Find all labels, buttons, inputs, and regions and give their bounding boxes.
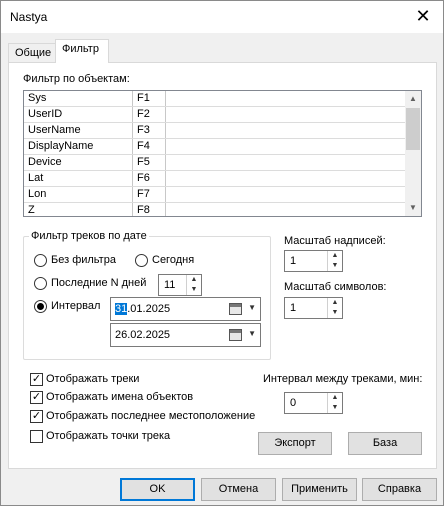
symbol-scale-label: Масштаб символов: bbox=[284, 281, 387, 293]
spin-down-icon[interactable]: ▼ bbox=[328, 308, 342, 318]
scroll-up-icon[interactable]: ▲ bbox=[405, 91, 421, 107]
no-filter-label: Без фильтра bbox=[51, 254, 116, 266]
list-item[interactable]: DisplayName F4 bbox=[24, 139, 406, 155]
show-tracks-label: Отображать треки bbox=[46, 373, 140, 385]
list-item-key: F4 bbox=[137, 140, 150, 152]
base-button[interactable]: База bbox=[348, 432, 422, 455]
list-item-name: UserName bbox=[28, 124, 81, 136]
date-filter-label: Фильтр треков по дате bbox=[29, 230, 149, 242]
help-button[interactable]: Справка bbox=[362, 478, 437, 501]
list-item-key: F6 bbox=[137, 172, 150, 184]
spin-up-icon[interactable]: ▲ bbox=[187, 275, 201, 285]
object-filter-label: Фильтр по объектам: bbox=[23, 73, 130, 85]
title-bar: Nastya ✕ bbox=[1, 1, 443, 33]
list-item[interactable]: Lon F7 bbox=[24, 187, 406, 203]
list-item-name: Z bbox=[28, 204, 35, 216]
label-scale-value[interactable]: 1 bbox=[290, 255, 296, 267]
tab-general[interactable]: Общие bbox=[8, 43, 56, 63]
show-tracks-checkbox[interactable]: ✓ bbox=[30, 373, 43, 386]
show-last-location-label: Отображать последнее местоположение bbox=[46, 410, 256, 422]
list-item-name: UserID bbox=[28, 108, 63, 120]
list-item[interactable]: Lat F6 bbox=[24, 171, 406, 187]
spin-down-icon[interactable]: ▼ bbox=[187, 285, 201, 295]
last-n-days-value[interactable]: 11 bbox=[164, 279, 175, 291]
show-track-points-label: Отображать точки трека bbox=[46, 430, 171, 442]
ok-button[interactable]: OK bbox=[120, 478, 195, 501]
spinner-buttons: ▲ ▼ bbox=[186, 275, 201, 295]
date-to-picker[interactable]: 26.02.2025 ▼ bbox=[110, 323, 261, 347]
track-interval-spinner[interactable]: 0 ▲ ▼ bbox=[284, 392, 343, 414]
calendar-icon[interactable] bbox=[229, 303, 242, 315]
list-item-key: F8 bbox=[137, 204, 150, 216]
spin-up-icon[interactable]: ▲ bbox=[328, 298, 342, 308]
label-scale-spinner[interactable]: 1 ▲ ▼ bbox=[284, 250, 343, 272]
date-from-picker[interactable]: 31.01.2025 ▼ bbox=[110, 297, 261, 321]
last-n-days-spinner[interactable]: 11 ▲ ▼ bbox=[158, 274, 202, 296]
label-scale-label: Масштаб надписей: bbox=[284, 235, 386, 247]
list-item[interactable]: Z F8 bbox=[24, 203, 406, 216]
interval-radio[interactable] bbox=[34, 300, 47, 313]
symbol-scale-spinner[interactable]: 1 ▲ ▼ bbox=[284, 297, 343, 319]
list-item-name: DisplayName bbox=[28, 140, 94, 152]
symbol-scale-value[interactable]: 1 bbox=[290, 302, 296, 314]
export-button[interactable]: Экспорт bbox=[258, 432, 332, 455]
list-item[interactable]: UserID F2 bbox=[24, 107, 406, 123]
list-item[interactable]: Device F5 bbox=[24, 155, 406, 171]
list-item-key: F1 bbox=[137, 92, 150, 104]
calendar-icon[interactable] bbox=[229, 329, 242, 341]
spin-down-icon[interactable]: ▼ bbox=[328, 403, 342, 413]
list-item-name: Sys bbox=[28, 92, 47, 104]
chevron-down-icon[interactable]: ▼ bbox=[248, 303, 256, 312]
spinner-buttons: ▲ ▼ bbox=[327, 393, 342, 413]
apply-button[interactable]: Применить bbox=[282, 478, 357, 501]
no-filter-radio[interactable] bbox=[34, 254, 47, 267]
last-n-days-radio[interactable] bbox=[34, 277, 47, 290]
spin-up-icon[interactable]: ▲ bbox=[328, 251, 342, 261]
show-last-location-checkbox[interactable]: ✓ bbox=[30, 410, 43, 423]
scrollbar-thumb[interactable] bbox=[406, 108, 420, 150]
date-from-value[interactable]: 31.01.2025 bbox=[115, 303, 170, 315]
window-title: Nastya bbox=[10, 10, 48, 24]
scroll-down-icon[interactable]: ▼ bbox=[405, 200, 421, 216]
dialog-window: Nastya ✕ Общие Фильтр Фильтр по объектам… bbox=[0, 0, 444, 506]
list-item[interactable]: UserName F3 bbox=[24, 123, 406, 139]
show-track-points-checkbox[interactable] bbox=[30, 430, 43, 443]
show-object-names-checkbox[interactable]: ✓ bbox=[30, 391, 43, 404]
interval-label: Интервал bbox=[51, 300, 101, 312]
date-from-rest: .01.2025 bbox=[127, 303, 171, 315]
list-item-key: F3 bbox=[137, 124, 150, 136]
date-from-day-selected: 31 bbox=[115, 303, 128, 315]
close-icon[interactable]: ✕ bbox=[405, 3, 441, 31]
last-n-days-label: Последние N дней bbox=[51, 277, 147, 289]
tab-filter[interactable]: Фильтр bbox=[55, 39, 109, 63]
list-item-key: F5 bbox=[137, 156, 150, 168]
show-object-names-label: Отображать имена объектов bbox=[46, 391, 194, 403]
list-item[interactable]: Sys F1 bbox=[24, 91, 406, 107]
date-to-value[interactable]: 26.02.2025 bbox=[115, 329, 170, 341]
spinner-buttons: ▲ ▼ bbox=[327, 298, 342, 318]
chevron-down-icon[interactable]: ▼ bbox=[248, 329, 256, 338]
spinner-buttons: ▲ ▼ bbox=[327, 251, 342, 271]
track-interval-value[interactable]: 0 bbox=[290, 397, 296, 409]
spin-up-icon[interactable]: ▲ bbox=[328, 393, 342, 403]
cancel-button[interactable]: Отмена bbox=[201, 478, 276, 501]
list-item-name: Device bbox=[28, 156, 62, 168]
list-item-name: Lon bbox=[28, 188, 47, 200]
track-interval-label: Интервал между треками, мин: bbox=[263, 373, 423, 385]
today-label: Сегодня bbox=[152, 254, 195, 266]
object-filter-list[interactable]: Sys F1 UserID F2 UserName F3 DisplayName F4 … bbox=[23, 90, 422, 217]
spin-down-icon[interactable]: ▼ bbox=[328, 261, 342, 271]
list-item-key: F2 bbox=[137, 108, 150, 120]
list-item-name: Lat bbox=[28, 172, 44, 184]
list-scrollbar[interactable]: ▲ ▼ bbox=[405, 91, 421, 216]
today-radio[interactable] bbox=[135, 254, 148, 267]
list-item-key: F7 bbox=[137, 188, 150, 200]
